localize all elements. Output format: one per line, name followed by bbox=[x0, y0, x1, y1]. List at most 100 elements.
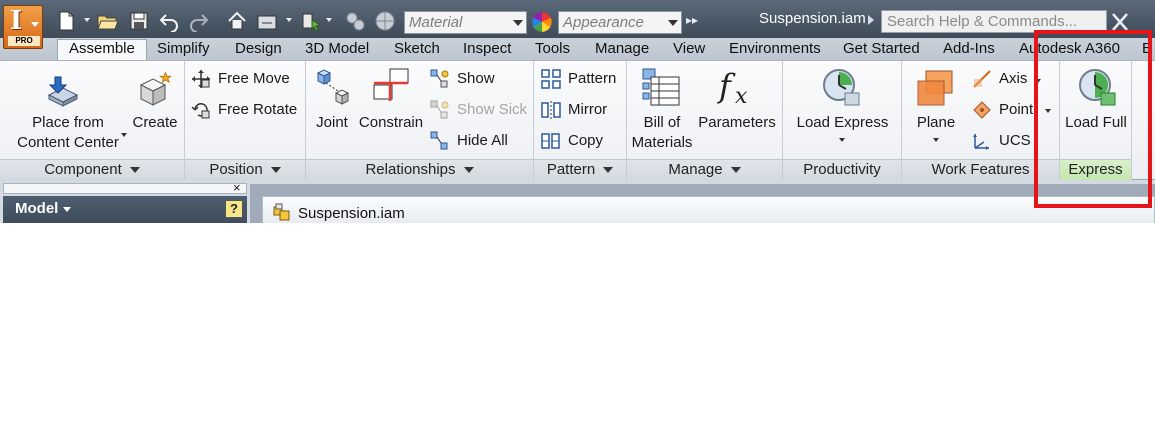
browser-header-strip bbox=[3, 183, 247, 194]
manage-panel-expand-icon[interactable] bbox=[730, 167, 741, 174]
free-rotate-icon bbox=[191, 100, 211, 120]
joint-button[interactable]: Joint bbox=[312, 113, 352, 133]
tab-get-started[interactable]: Get Started bbox=[843, 40, 920, 61]
plane-button[interactable]: Plane bbox=[908, 113, 964, 133]
plane-dropdown-icon[interactable] bbox=[933, 138, 939, 142]
tab-overflow[interactable]: E bbox=[1142, 40, 1152, 61]
pattern-panel-title: Pattern bbox=[546, 161, 596, 178]
load-express-button[interactable]: Load Express bbox=[785, 113, 900, 133]
joint-icon[interactable] bbox=[314, 67, 354, 107]
tab-manage[interactable]: Manage bbox=[595, 40, 649, 61]
tab-assemble[interactable]: Assemble bbox=[57, 39, 147, 62]
component-panel-title: Component bbox=[44, 161, 122, 178]
mirror-icon bbox=[541, 100, 561, 120]
pattern-panel-expand-icon[interactable] bbox=[603, 167, 614, 174]
document-tab[interactable]: Suspension.iam bbox=[262, 196, 1155, 223]
position-panel-expand-icon[interactable] bbox=[270, 167, 281, 174]
tab-tools[interactable]: Tools bbox=[535, 40, 570, 61]
measure-icon[interactable] bbox=[344, 10, 366, 32]
assembly-file-icon bbox=[273, 203, 291, 221]
communication-icon[interactable] bbox=[1110, 11, 1130, 33]
component-panel-expand-icon[interactable] bbox=[129, 167, 140, 174]
constrain-icon[interactable] bbox=[372, 67, 412, 107]
place-label-line1: Place from bbox=[32, 114, 104, 131]
pattern-panel-footer[interactable]: Pattern bbox=[534, 159, 626, 180]
load-express-dropdown-icon[interactable] bbox=[839, 138, 845, 142]
document-title: Suspension.iam bbox=[759, 10, 866, 27]
point-label: Point bbox=[999, 101, 1034, 118]
undo-icon[interactable] bbox=[158, 10, 180, 32]
browser-help-icon[interactable]: ? bbox=[225, 200, 243, 218]
bill-of-materials-button[interactable]: Bill of Materials bbox=[629, 113, 695, 153]
application-menu-button[interactable]: I PRO bbox=[3, 5, 43, 49]
bill-of-materials-icon[interactable] bbox=[641, 67, 681, 107]
tab-inspect[interactable]: Inspect bbox=[463, 40, 511, 61]
title-arrow-icon[interactable] bbox=[868, 15, 874, 25]
tab-3d-model[interactable]: 3D Model bbox=[305, 40, 369, 61]
component-panel-footer[interactable]: Component bbox=[0, 159, 184, 180]
open-folder-icon[interactable] bbox=[96, 10, 118, 32]
parameters-button[interactable]: Parameters bbox=[697, 113, 777, 133]
redo-icon[interactable] bbox=[188, 10, 210, 32]
show-icon bbox=[430, 69, 450, 89]
model-browser-label[interactable]: Model bbox=[15, 200, 58, 217]
position-panel-title: Position bbox=[209, 161, 263, 178]
home-icon[interactable] bbox=[226, 10, 248, 32]
tab-sketch[interactable]: Sketch bbox=[394, 40, 440, 61]
load-full-icon[interactable] bbox=[1077, 67, 1119, 109]
plane-icon[interactable] bbox=[916, 69, 956, 109]
select-dropdown-icon[interactable] bbox=[326, 18, 332, 22]
bom-label-line2: Materials bbox=[631, 134, 693, 151]
productivity-panel-footer: Productivity bbox=[783, 159, 901, 180]
new-dropdown-icon[interactable] bbox=[84, 18, 90, 22]
material-dropdown-icon[interactable] bbox=[510, 12, 526, 33]
tab-autodesk-a360[interactable]: Autodesk A360 bbox=[1019, 40, 1120, 61]
axis-icon bbox=[972, 69, 992, 89]
pattern-icon bbox=[541, 69, 561, 89]
return-dropdown-icon[interactable] bbox=[286, 18, 292, 22]
appearance-combo[interactable]: Appearance bbox=[558, 11, 682, 34]
parameters-icon[interactable]: f x bbox=[715, 65, 759, 109]
return-icon[interactable] bbox=[256, 10, 278, 32]
ucs-icon bbox=[972, 131, 992, 151]
material-combo[interactable]: Material bbox=[404, 11, 527, 34]
relationships-panel: Joint Constrain Show Show Sick Hide All … bbox=[306, 61, 534, 180]
place-from-content-center-button[interactable]: Place from Content Center bbox=[13, 113, 123, 153]
show-label: Show bbox=[457, 70, 495, 87]
create-button[interactable]: Create bbox=[130, 113, 180, 133]
place-dropdown-icon[interactable] bbox=[121, 133, 127, 137]
point-dropdown-icon[interactable] bbox=[1045, 109, 1051, 113]
model-dropdown-icon[interactable] bbox=[63, 207, 71, 212]
express-panel: Load Full Express bbox=[1060, 61, 1132, 180]
ribbon: Place from Content Center Create Compone… bbox=[0, 60, 1155, 180]
relationships-panel-footer[interactable]: Relationships bbox=[306, 159, 533, 180]
new-file-icon[interactable] bbox=[55, 10, 77, 32]
position-panel-footer[interactable]: Position bbox=[185, 159, 305, 180]
save-icon[interactable] bbox=[128, 10, 150, 32]
appearance-dropdown-icon[interactable] bbox=[665, 12, 681, 33]
browser-close-icon[interactable]: × bbox=[233, 180, 241, 195]
tab-add-ins[interactable]: Add-Ins bbox=[943, 40, 995, 61]
constrain-button[interactable]: Constrain bbox=[358, 113, 424, 133]
create-component-icon[interactable] bbox=[137, 71, 173, 107]
select-mode-icon[interactable] bbox=[300, 10, 322, 32]
show-sick-label: Show Sick bbox=[457, 101, 528, 118]
model-browser-bar: Model ? bbox=[3, 196, 247, 223]
axis-dropdown-icon[interactable] bbox=[1035, 79, 1041, 83]
load-full-button[interactable]: Load Full bbox=[1060, 113, 1132, 133]
tab-design[interactable]: Design bbox=[235, 40, 282, 61]
relationships-panel-expand-icon[interactable] bbox=[463, 167, 474, 174]
overflow-icon[interactable]: ▸▸ bbox=[686, 13, 698, 27]
place-from-content-center-icon[interactable] bbox=[45, 73, 81, 107]
express-panel-title: Express bbox=[1068, 161, 1123, 178]
tab-environments[interactable]: Environments bbox=[729, 40, 821, 61]
color-wheel-icon[interactable] bbox=[531, 11, 553, 33]
globe-icon[interactable] bbox=[374, 10, 396, 32]
manage-panel: Bill of Materials f x Parameters Manage bbox=[627, 61, 783, 180]
help-search-input[interactable]: Search Help & Commands... bbox=[881, 10, 1107, 33]
tab-view[interactable]: View bbox=[673, 40, 705, 61]
manage-panel-footer[interactable]: Manage bbox=[627, 159, 782, 180]
app-menu-dropdown-icon bbox=[31, 22, 39, 27]
tab-simplify[interactable]: Simplify bbox=[157, 40, 210, 61]
load-express-icon[interactable] bbox=[821, 67, 863, 109]
